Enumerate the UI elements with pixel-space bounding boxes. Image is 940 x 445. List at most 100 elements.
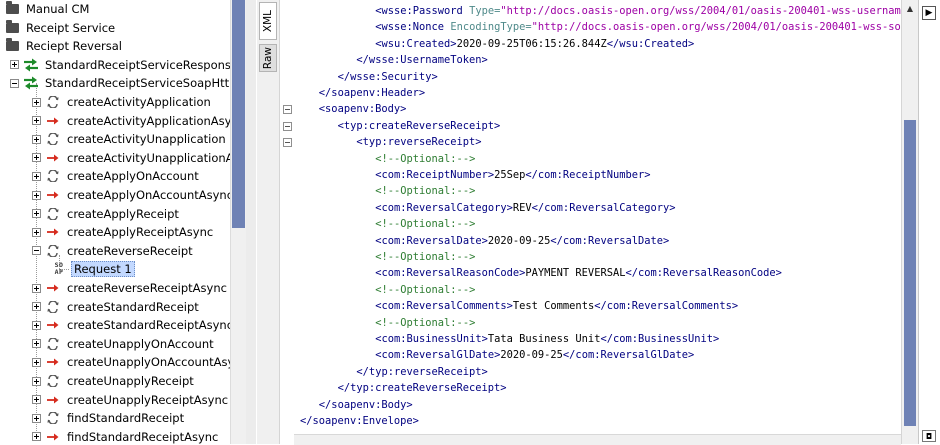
tree-scrollbar-thumb[interactable]: [232, 0, 245, 228]
tree-item[interactable]: findStandardReceiptAsync: [32, 428, 220, 444]
tree-item-label: createApplyOnAccountAsync: [67, 188, 230, 202]
tree-item[interactable]: createActivityUnapplication: [32, 130, 228, 148]
code-line[interactable]: <!--Optional:-->: [375, 151, 475, 167]
code-line[interactable]: </typ:createReverseReceipt>: [338, 380, 507, 396]
code-token: 25Sep: [494, 169, 526, 181]
tree-item[interactable]: createActivityApplication: [32, 93, 213, 111]
code-line[interactable]: </wsse:UsernameToken>: [356, 52, 487, 68]
expand-icon[interactable]: [32, 302, 41, 312]
expand-icon[interactable]: [32, 97, 41, 107]
tab-xml[interactable]: XML: [259, 2, 277, 40]
code-line[interactable]: <!--Optional:-->: [375, 183, 475, 199]
tree-item[interactable]: SO AP Request 1: [50, 260, 135, 278]
tree-item[interactable]: createApplyReceipt: [32, 205, 181, 223]
tree-item[interactable]: createActivityApplicationAsync: [32, 112, 230, 130]
code-line[interactable]: </soapenv:Header>: [319, 85, 425, 101]
code-line[interactable]: <!--Optional:-->: [375, 249, 475, 265]
tree-item[interactable]: Reciept Reversal: [3, 37, 124, 55]
editor-scrollbar-thumb[interactable]: [904, 120, 916, 426]
expand-icon[interactable]: [32, 432, 41, 442]
code-line[interactable]: <com:BusinessUnit>Tata Business Unit</co…: [375, 331, 719, 347]
code-line[interactable]: <soapenv:Body>: [319, 101, 407, 117]
tree-item-label: createUnapplyOnAccount: [67, 336, 214, 351]
code-line[interactable]: <!--Optional:-->: [375, 216, 475, 232]
tree-item-label: Request 1: [71, 261, 135, 278]
tree-item[interactable]: createStandardReceipt: [32, 298, 201, 316]
code-line[interactable]: </soapenv:Body>: [319, 397, 413, 413]
code-token: <wsse:Password: [375, 5, 470, 17]
expand-icon[interactable]: [32, 376, 41, 386]
splitter[interactable]: [246, 0, 256, 444]
code-token: <com:ReversalCategory>: [375, 201, 513, 214]
expand-panel-icon[interactable]: ▶: [922, 6, 936, 20]
expand-icon[interactable]: [32, 283, 41, 293]
expand-icon[interactable]: [32, 320, 41, 330]
tree-item[interactable]: createReverseReceipt: [32, 242, 195, 260]
scroll-up-icon[interactable]: ▲: [902, 0, 918, 16]
expand-icon[interactable]: [32, 227, 41, 237]
corner-resize-icon[interactable]: ◘: [922, 430, 936, 442]
fold-collapse-icon[interactable]: [283, 105, 292, 115]
tree-item[interactable]: createStandardReceiptAsync: [32, 316, 230, 334]
tree-item[interactable]: createActivityUnapplicationA: [32, 149, 230, 167]
expand-icon[interactable]: [32, 357, 41, 367]
tree-item[interactable]: createUnapplyReceiptAsync: [32, 391, 230, 409]
tree-item-label: findStandardReceipt: [67, 411, 185, 426]
tree-item[interactable]: createApplyOnAccountAsync: [32, 186, 230, 204]
expand-icon[interactable]: [32, 171, 41, 181]
expand-icon[interactable]: [32, 413, 41, 423]
expand-icon[interactable]: [32, 134, 41, 144]
code-line[interactable]: <com:ReceiptNumber>25Sep</com:ReceiptNum…: [375, 167, 650, 183]
expand-icon[interactable]: [32, 153, 41, 163]
tree-item[interactable]: createApplyReceiptAsync: [32, 223, 215, 241]
code-line[interactable]: </wsse:Security>: [338, 69, 438, 85]
code-line[interactable]: <wsse:Password Type="http://docs.oasis-o…: [375, 3, 901, 19]
tree-item-label: Manual CM: [26, 2, 90, 16]
tree-item[interactable]: createReverseReceiptAsync: [32, 279, 229, 297]
collapse-icon[interactable]: [32, 246, 41, 256]
code-token: <wsu:Created>: [375, 37, 457, 50]
async-operation-icon: [44, 317, 62, 333]
code-line[interactable]: <wsse:Nonce EncodingType="http://docs.oa…: [375, 19, 901, 35]
expand-icon[interactable]: [10, 60, 19, 70]
tree-item[interactable]: Manual CM: [3, 0, 91, 18]
code-line[interactable]: <com:ReversalDate>2020-09-25</com:Revers…: [375, 233, 669, 249]
tree-item[interactable]: createApplyOnAccount: [32, 167, 201, 185]
code-line[interactable]: <!--Optional:-->: [375, 315, 475, 331]
code-line[interactable]: </typ:reverseReceipt>: [356, 364, 487, 380]
editor-horizontal-scrollbar[interactable]: [294, 434, 901, 445]
expand-icon[interactable]: [32, 339, 41, 349]
code-line[interactable]: <com:ReversalGlDate>2020-09-25</com:Reve…: [375, 347, 694, 363]
tree-item[interactable]: createUnapplyOnAccountAsy: [32, 353, 230, 371]
tree-item[interactable]: Receipt Service: [3, 19, 117, 37]
expand-icon[interactable]: [32, 395, 41, 405]
tree-item[interactable]: createUnapplyOnAccount: [32, 335, 216, 353]
project-tree[interactable]: Manual CM Receipt Service Reciept Reversal…: [0, 0, 230, 444]
code-line[interactable]: <typ:createReverseReceipt>: [338, 118, 501, 134]
tree-item[interactable]: createUnapplyReceipt: [32, 372, 196, 390]
code-line[interactable]: <com:ReversalComments>Test Comments</com…: [375, 298, 738, 314]
fold-collapse-icon[interactable]: [283, 121, 292, 131]
collapse-icon[interactable]: [10, 78, 19, 88]
xml-editor[interactable]: <wsse:Password Type="http://docs.oasis-o…: [294, 0, 901, 434]
code-line[interactable]: <!--Optional:-->: [375, 282, 475, 298]
code-line[interactable]: <typ:reverseReceipt>: [356, 134, 481, 150]
fold-collapse-icon[interactable]: [283, 138, 292, 148]
expand-icon[interactable]: [32, 209, 41, 219]
expand-icon[interactable]: [32, 116, 41, 126]
tree-item[interactable]: StandardReceiptServiceSoapHttp: [10, 74, 230, 92]
tree-item[interactable]: StandardReceiptServiceResponse: [10, 56, 230, 74]
editor-vertical-scrollbar[interactable]: ▲: [901, 0, 918, 444]
code-line[interactable]: <com:ReversalReasonCode>PAYMENT REVERSAL…: [375, 265, 782, 281]
code-token: Type=: [469, 5, 501, 17]
code-line[interactable]: <wsu:Created>2020-09-25T06:15:26.844Z</w…: [375, 36, 694, 52]
tree-scrollbar[interactable]: [230, 0, 246, 444]
code-line[interactable]: </soapenv:Envelope>: [300, 413, 419, 429]
code-token: <!--Optional:-->: [375, 283, 476, 296]
tree-item-label: Receipt Service: [26, 20, 116, 35]
code-line[interactable]: <com:ReversalCategory>REV</com:ReversalC…: [375, 200, 675, 216]
expand-icon[interactable]: [32, 190, 41, 200]
tab-raw[interactable]: Raw: [259, 44, 277, 72]
tree-item[interactable]: findStandardReceipt: [32, 409, 186, 427]
code-token: 2020-09-25: [487, 234, 551, 247]
